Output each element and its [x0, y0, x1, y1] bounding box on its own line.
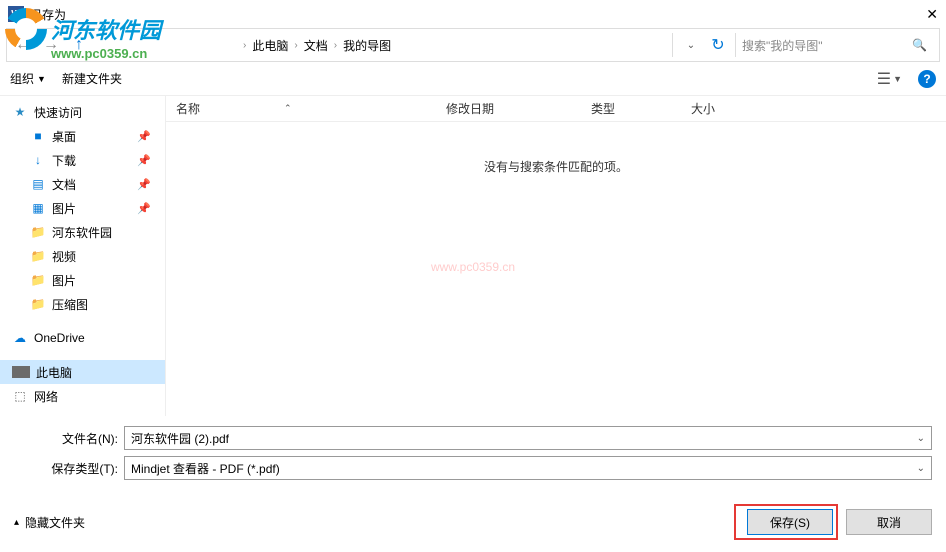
- sidebar-item-label: 下载: [52, 152, 76, 169]
- chevron-right-icon: ›: [292, 40, 299, 51]
- breadcrumb-dropdown[interactable]: ⌄: [681, 40, 701, 51]
- folder-icon: 📁: [30, 272, 46, 288]
- breadcrumb-item[interactable]: 我的导图: [339, 37, 395, 54]
- new-folder-button[interactable]: 新建文件夹: [62, 70, 122, 87]
- cancel-button[interactable]: 取消: [846, 509, 932, 535]
- folder-icon: 📁: [30, 248, 46, 264]
- sort-indicator-icon: ⌃: [284, 103, 292, 114]
- sidebar-item[interactable]: ★ 快速访问: [0, 100, 165, 124]
- folder-icon: ↓: [30, 152, 46, 168]
- sidebar-item[interactable]: ■ 桌面 📌: [0, 124, 165, 148]
- filename-input[interactable]: 河东软件园 (2).pdf ⌄: [124, 426, 932, 450]
- chevron-right-icon: ›: [332, 40, 339, 51]
- up-button[interactable]: ↑: [67, 33, 91, 57]
- sidebar-item[interactable]: 📁 压缩图: [0, 292, 165, 316]
- back-button[interactable]: ←: [11, 33, 35, 57]
- sidebar-item-label: 网络: [34, 388, 58, 405]
- chevron-down-icon: ▼: [37, 74, 46, 84]
- pin-icon: 📌: [137, 130, 151, 143]
- breadcrumb-item[interactable]: 此电脑: [248, 37, 292, 54]
- sidebar-item[interactable]: 📁 视频: [0, 244, 165, 268]
- sidebar-item[interactable]: 📁 河东软件园: [0, 220, 165, 244]
- pin-icon: 📌: [137, 154, 151, 167]
- folder-icon: ★: [12, 104, 28, 120]
- sidebar-item-label: 此电脑: [36, 364, 72, 381]
- search-icon: 🔍: [912, 38, 927, 52]
- pin-icon: 📌: [137, 202, 151, 215]
- sidebar-item-label: OneDrive: [34, 331, 85, 345]
- triangle-icon: ▴: [14, 517, 19, 528]
- sidebar-item[interactable]: 📁 图片: [0, 268, 165, 292]
- sidebar-item[interactable]: ▦ 图片 📌: [0, 196, 165, 220]
- chevron-down-icon[interactable]: ⌄: [917, 433, 925, 444]
- column-size[interactable]: 大小: [681, 100, 761, 117]
- breadcrumb[interactable]: › 此电脑 › 文档 › 我的导图: [95, 33, 673, 57]
- filetype-select[interactable]: Mindjet 查看器 - PDF (*.pdf) ⌄: [124, 456, 932, 480]
- save-button[interactable]: 保存(S): [747, 509, 833, 535]
- column-headers: 名称 ⌃ 修改日期 类型 大小: [166, 96, 946, 122]
- footer: ▴ 隐藏文件夹 保存(S) 取消: [0, 492, 946, 552]
- folder-icon: ☁: [12, 330, 28, 346]
- sidebar-item[interactable]: ▤ 文档 📌: [0, 172, 165, 196]
- filetype-label: 保存类型(T):: [14, 460, 124, 477]
- toolbar: 组织 ▼ 新建文件夹 ☰ ▼ ?: [0, 62, 946, 96]
- column-name[interactable]: 名称 ⌃: [166, 100, 436, 117]
- titlebar: W 另存为 ✕: [0, 0, 946, 28]
- column-date[interactable]: 修改日期: [436, 100, 581, 117]
- fields-area: 文件名(N): 河东软件园 (2).pdf ⌄ 保存类型(T): Mindjet…: [0, 416, 946, 492]
- sidebar-item-label: 视频: [52, 248, 76, 265]
- sidebar-item-label: 快速访问: [34, 104, 82, 121]
- empty-message: 没有与搜索条件匹配的项。: [166, 122, 946, 416]
- sidebar-item[interactable]: ⬚ 网络: [0, 384, 165, 408]
- folder-icon: ▤: [30, 176, 46, 192]
- sidebar: ★ 快速访问 ■ 桌面 📌 ↓ 下载 📌 ▤ 文档 📌 ▦ 图片 📌 📁 河东软件园 📁 视频 📁 图片 📁 压缩图 ☁ On…: [0, 96, 165, 416]
- search-input[interactable]: 搜索"我的导图" 🔍: [735, 33, 935, 57]
- breadcrumb-item[interactable]: 文档: [300, 37, 332, 54]
- sidebar-item-label: 河东软件园: [52, 224, 112, 241]
- sidebar-item[interactable]: 此电脑: [0, 360, 165, 384]
- folder-icon: 📁: [30, 224, 46, 240]
- help-button[interactable]: ?: [918, 70, 936, 88]
- app-icon: W: [8, 6, 24, 22]
- filename-label: 文件名(N):: [14, 430, 124, 447]
- sidebar-item-label: 图片: [52, 200, 76, 217]
- forward-button[interactable]: →: [39, 33, 63, 57]
- sidebar-item-label: 压缩图: [52, 296, 88, 313]
- file-list: 名称 ⌃ 修改日期 类型 大小 没有与搜索条件匹配的项。 www.pc0359.…: [165, 96, 946, 416]
- folder-icon: ▦: [30, 200, 46, 216]
- view-button[interactable]: ☰ ▼: [877, 69, 902, 89]
- sidebar-item-label: 文档: [52, 176, 76, 193]
- search-placeholder: 搜索"我的导图": [742, 37, 823, 54]
- column-type[interactable]: 类型: [581, 100, 681, 117]
- pin-icon: 📌: [137, 178, 151, 191]
- highlight-annotation: 保存(S): [734, 504, 838, 540]
- window-title: 另存为: [30, 6, 66, 23]
- folder-icon: ⬚: [12, 388, 28, 404]
- list-icon: ☰: [877, 69, 891, 89]
- folder-icon: ■: [30, 128, 46, 144]
- chevron-down-icon[interactable]: ⌄: [917, 463, 925, 474]
- sidebar-item[interactable]: ☁ OneDrive: [0, 326, 165, 350]
- close-button[interactable]: ✕: [926, 6, 938, 23]
- sidebar-item[interactable]: ↓ 下载 📌: [0, 148, 165, 172]
- sidebar-item-label: 图片: [52, 272, 76, 289]
- folder-icon: 📁: [30, 296, 46, 312]
- folder-icon: [12, 366, 30, 378]
- chevron-right-icon: ›: [241, 40, 248, 51]
- address-bar: ← → ↑ › 此电脑 › 文档 › 我的导图 ⌄ ↻ 搜索"我的导图" 🔍: [6, 28, 940, 62]
- refresh-button[interactable]: ↻: [705, 35, 731, 55]
- chevron-down-icon: ▼: [893, 74, 902, 84]
- organize-button[interactable]: 组织 ▼: [10, 70, 46, 87]
- hide-folders-button[interactable]: ▴ 隐藏文件夹: [14, 514, 85, 531]
- sidebar-item-label: 桌面: [52, 128, 76, 145]
